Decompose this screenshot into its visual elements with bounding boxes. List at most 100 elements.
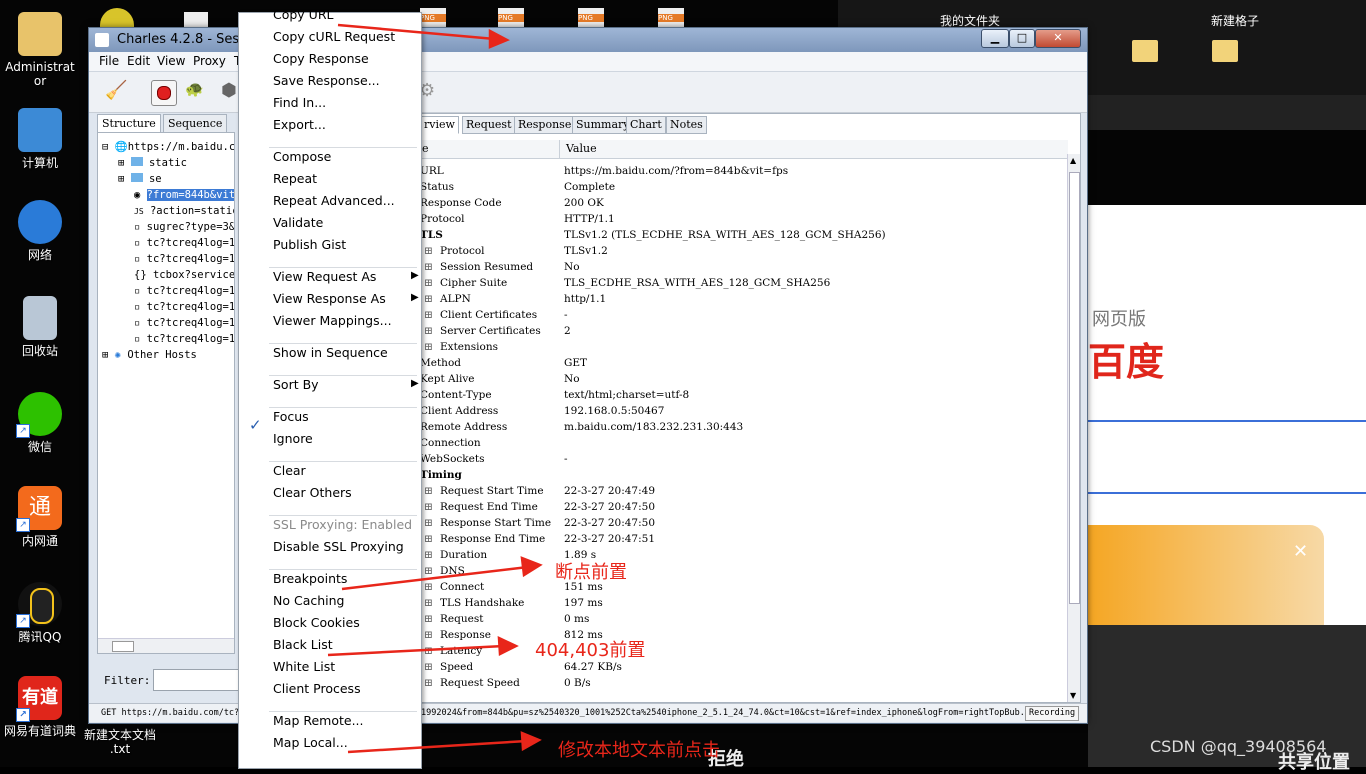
menu-item-ignore[interactable]: Ignore [273,430,313,448]
overview-row[interactable]: ⊞ Response End Time 22-3-27 20:47:51 [420,531,1068,547]
menu-item-clear-others[interactable]: Clear Others [273,484,352,502]
menu-item-clear[interactable]: Clear [273,462,306,480]
menu-item-focus[interactable]: Focus [273,408,309,426]
menu-item-no-caching[interactable]: No Caching [273,592,344,610]
tab-request[interactable]: Request [462,116,516,134]
menu-proxy[interactable]: Proxy [193,54,226,68]
col-value-header[interactable]: Value [566,142,597,155]
tab-response[interactable]: Response [514,116,576,134]
expand-icon[interactable]: ⊞ [118,173,124,185]
overview-row[interactable]: Connection [420,435,1068,451]
menu-item-client-process[interactable]: Client Process [273,680,361,698]
overview-row[interactable]: ⊞ Request End Time 22-3-27 20:47:50 [420,499,1068,515]
expand-icon[interactable]: ⊞ [118,157,124,169]
tree-item[interactable]: ▫ sugrec?type=3& [98,219,234,235]
menu-item-validate[interactable]: Validate [273,214,323,232]
menu-item-view-response-as[interactable]: View Response As [273,290,386,308]
maximize-button[interactable]: □ [1009,29,1035,48]
tree-connector-icon[interactable]: ⊞ [424,579,433,595]
tree-item[interactable]: ▫ tc?tcreq4log=1 [98,299,234,315]
overview-row[interactable]: ⊞ ALPN http/1.1 [420,291,1068,307]
overview-row[interactable]: Client Address 192.168.0.5:50467 [420,403,1068,419]
tab-structure[interactable]: Structure [97,114,161,133]
collapse-icon[interactable]: ⊟ [102,141,108,153]
overview-row[interactable]: ⊞ Protocol TLSv1.2 [420,243,1068,259]
overview-row[interactable]: ⊞ Cipher Suite TLS_ECDHE_RSA_WITH_AES_128_… [420,275,1068,291]
tree-connector-icon[interactable]: ⊞ [424,627,433,643]
menu-item-block-cookies[interactable]: Block Cookies [273,614,360,632]
tree-folder-static[interactable]: ⊞ static [98,155,234,171]
overview-row[interactable]: Content-Type text/html;charset=utf-8 [420,387,1068,403]
folder-new[interactable]: 新建格子 [1175,12,1295,29]
tree-item[interactable]: ▫ tc?tcreq4log=1 [98,315,234,331]
png-file-icon[interactable]: PNG [658,8,684,28]
promo-banner[interactable] [1088,525,1324,625]
scroll-thumb[interactable] [112,641,134,652]
menu-item-repeat[interactable]: Repeat [273,170,317,188]
overview-row[interactable]: ⊞ DNS [420,563,1068,579]
vertical-scrollbar[interactable]: ▲ ▼ [1067,154,1080,702]
scroll-thumb[interactable] [1069,172,1080,604]
png-file-icon[interactable]: PNG [578,8,604,28]
tree-connector-icon[interactable]: ⊞ [424,515,433,531]
tree-item[interactable]: ▫ tc?tcreq4log=1 [98,331,234,347]
overview-row[interactable]: ⊞ Duration 1.89 s [420,547,1068,563]
record-button[interactable] [151,80,177,106]
menu-item-black-list[interactable]: Black List [273,636,333,654]
overview-row[interactable]: Remote Address m.baidu.com/183.232.231.30… [420,419,1068,435]
menu-item-white-list[interactable]: White List [273,658,335,676]
desktop-icon-administrator[interactable]: Administrat or [0,12,80,88]
tree-connector-icon[interactable]: ⊞ [424,531,433,547]
col-name-header[interactable]: e [422,142,429,155]
desktop-icon-recycle-bin[interactable]: 回收站 [0,296,80,358]
overview-row[interactable]: WebSockets - [420,451,1068,467]
png-file-icon[interactable]: PNG [498,8,524,28]
tree-other-hosts[interactable]: ⊞ ✺ Other Hosts [98,347,234,363]
menu-item-map-remote[interactable]: Map Remote... [273,712,364,730]
menu-item-save-response[interactable]: Save Response... [273,72,380,90]
tree-connector-icon[interactable]: ⊞ [424,243,433,259]
menu-item-viewer-mappings[interactable]: Viewer Mappings... [273,312,392,330]
desktop-icon-computer[interactable]: 计算机 [0,108,80,170]
overview-row[interactable]: ⊞ Speed 64.27 KB/s [420,659,1068,675]
menu-item-show-in-sequence[interactable]: Show in Sequence [273,344,388,362]
scroll-up-arrow[interactable]: ▲ [1070,156,1076,165]
overview-row[interactable]: ⊞ Request Start Time 22-3-27 20:47:49 [420,483,1068,499]
menu-item-breakpoints[interactable]: Breakpoints [273,570,347,588]
tree-connector-icon[interactable]: ⊞ [424,323,433,339]
tree-item-selected[interactable]: ◉ ?from=844b&vit= [98,187,234,203]
tree-connector-icon[interactable]: ⊞ [424,675,433,691]
tree-connector-icon[interactable]: ⊞ [424,259,433,275]
desktop-icon-youdao[interactable]: 有道 ↗ 网易有道词典 [0,676,80,738]
menu-item-sort-by[interactable]: Sort By [273,376,319,394]
menu-file[interactable]: File [99,54,119,68]
tree-connector-icon[interactable]: ⊞ [424,611,433,627]
menu-item-disable-ssl-proxying[interactable]: Disable SSL Proxying [273,538,404,556]
horizontal-scrollbar[interactable] [98,638,234,653]
scroll-down-arrow[interactable]: ▼ [1070,691,1076,700]
tree-item[interactable]: {} tcbox?service= [98,267,234,283]
overview-row[interactable]: ⊞ Connect 151 ms [420,579,1068,595]
tree-connector-icon[interactable]: ⊞ [424,595,433,611]
menu-edit[interactable]: Edit [127,54,150,68]
tree-connector-icon[interactable]: ⊞ [424,643,433,659]
tree-connector-icon[interactable]: ⊞ [424,307,433,323]
tree-item[interactable]: ▫ tc?tcreq4log=1 [98,251,234,267]
expand-icon[interactable]: ⊞ [102,349,108,361]
desktop-icon-neiwangtong[interactable]: 通 ↗ 内网通 [0,486,80,548]
menu-item-view-request-as[interactable]: View Request As [273,268,376,286]
overview-row[interactable]: TLS TLSv1.2 (TLS_ECDHE_RSA_WITH_AES_128_G… [420,227,1068,243]
tree-connector-icon[interactable]: ⊞ [424,483,433,499]
tab-overview[interactable]: rview [420,116,459,134]
filter-input[interactable] [153,669,239,691]
menu-item-map-local[interactable]: Map Local... [273,734,348,752]
overview-row[interactable]: ⊞ Server Certificates 2 [420,323,1068,339]
overview-row[interactable]: ⊞ Latency [420,643,1068,659]
overview-row[interactable]: ⊞ Request 0 ms [420,611,1068,627]
menu-view[interactable]: View [157,54,185,68]
overview-row[interactable]: ⊞ Client Certificates - [420,307,1068,323]
tree-connector-icon[interactable]: ⊞ [424,659,433,675]
tree-connector-icon[interactable]: ⊞ [424,547,433,563]
desktop-icon-wechat[interactable]: ↗ 微信 [0,392,80,454]
overview-row[interactable]: Protocol HTTP/1.1 [420,211,1068,227]
